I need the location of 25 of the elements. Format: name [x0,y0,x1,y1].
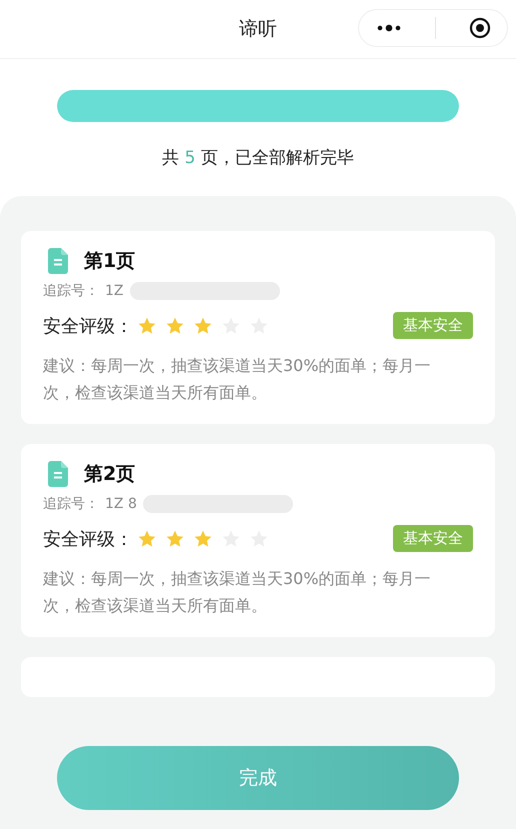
document-icon [48,461,68,487]
safety-badge: 基本安全 [393,525,473,552]
rating-label: 安全评级： [43,528,133,550]
tracking-label: 追踪号： [43,495,99,513]
done-button[interactable]: 完成 [57,746,459,810]
advice-text: 建议：每周一次，抽查该渠道当天30%的面单；每月一次，检查该渠道当天所有面单。 [43,355,432,404]
star-icon [165,316,185,336]
tracking-label: 追踪号： [43,282,99,300]
page-title-text: 第1页 [84,249,136,274]
tracking-number: 1Z 8 [105,496,137,512]
advice-text: 建议：每周一次，抽查该渠道当天30%的面单；每月一次，检查该渠道当天所有面单。 [43,568,432,617]
close-icon[interactable] [468,17,490,39]
page-title-text: 第2页 [84,462,136,487]
safety-badge: 基本安全 [393,312,473,339]
star-icon [193,528,213,548]
star-icon [165,528,185,548]
document-icon [48,248,68,274]
more-icon[interactable] [376,23,402,33]
page-title: 谛听 [239,17,277,42]
summary-text: 共 5 页，已全部解析完毕 [162,147,354,169]
star-icon [137,528,157,548]
tracking-number: 1Z [105,283,124,299]
rating-label: 安全评级： [43,314,133,338]
star-icon [193,316,213,336]
star-icon [137,316,157,336]
